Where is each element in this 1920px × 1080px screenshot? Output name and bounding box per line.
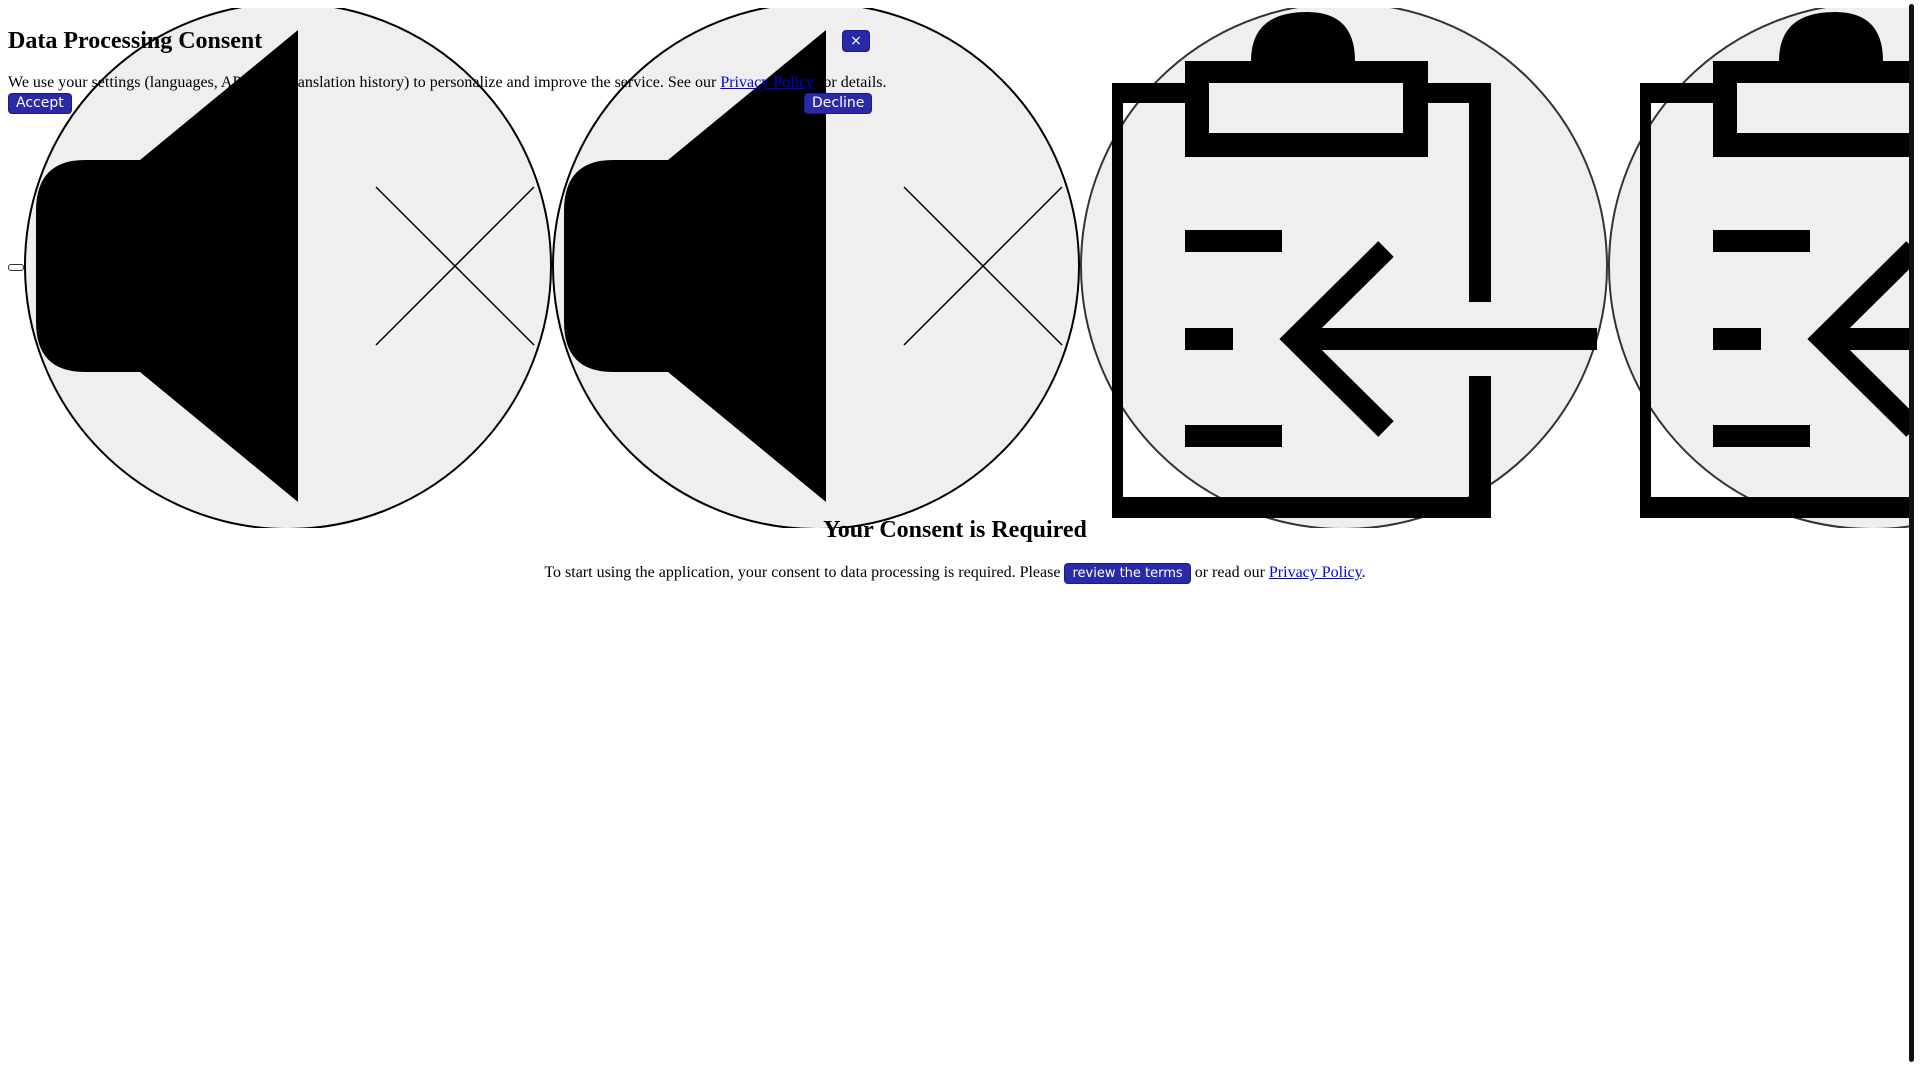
required-privacy-policy-link[interactable]: Privacy Policy bbox=[1269, 564, 1362, 581]
required-text: To start using the application, your con… bbox=[0, 562, 1910, 584]
close-button[interactable]: × bbox=[842, 30, 870, 52]
carousel-handle[interactable] bbox=[8, 264, 24, 271]
banner-text-before: We use your settings (languages, API key… bbox=[8, 74, 721, 91]
banner-title: Data Processing Consent bbox=[8, 28, 263, 54]
required-text-after: . bbox=[1361, 564, 1366, 581]
accept-button[interactable]: Accept bbox=[8, 93, 72, 114]
required-text-middle: or read our bbox=[1190, 564, 1269, 581]
review-terms-button[interactable]: review the terms bbox=[1064, 562, 1191, 584]
clipboard-import-icon[interactable] bbox=[1608, 8, 1910, 528]
consent-required-section: Your Consent is Required To start using … bbox=[0, 512, 1910, 584]
banner-text: We use your settings (languages, API key… bbox=[8, 73, 887, 93]
consent-banner: Data Processing Consent × We use your se… bbox=[8, 22, 887, 114]
decline-button[interactable]: Decline bbox=[804, 93, 873, 114]
required-title: Your Consent is Required bbox=[823, 517, 1087, 543]
privacy-policy-link[interactable]: Privacy Policy bbox=[720, 74, 814, 91]
clipboard-import-icon[interactable] bbox=[1080, 8, 1608, 528]
banner-text-after: for details. bbox=[814, 74, 887, 91]
required-text-before: To start using the application, your con… bbox=[544, 564, 1065, 581]
